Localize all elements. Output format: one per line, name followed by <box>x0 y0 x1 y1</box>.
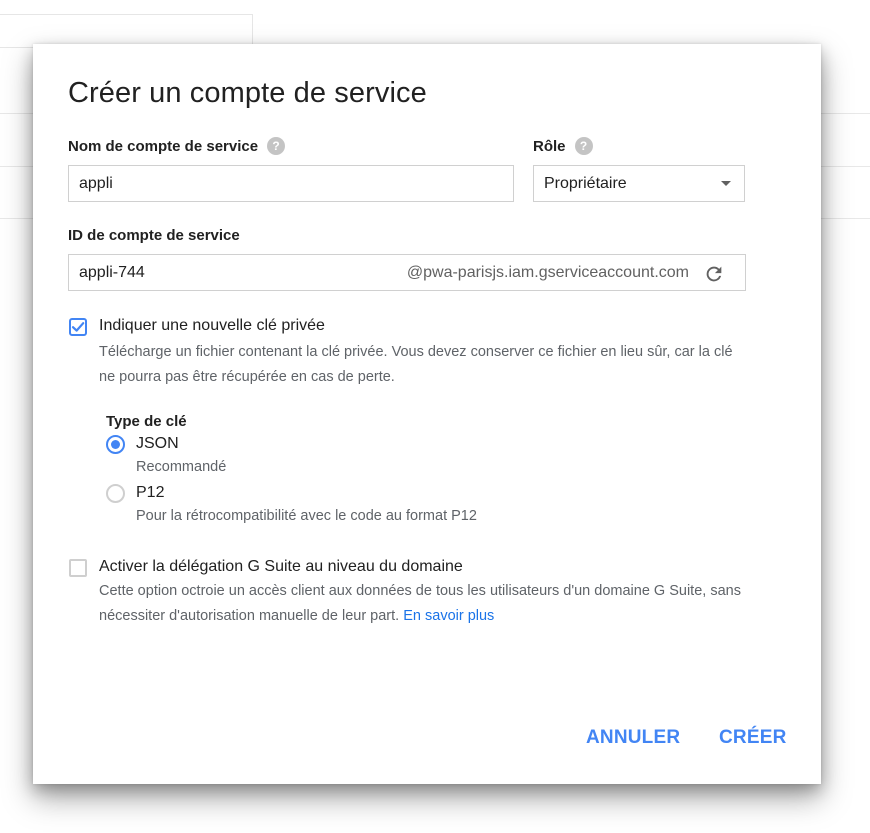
learn-more-link[interactable]: En savoir plus <box>403 608 494 624</box>
cancel-button[interactable]: ANNULER <box>586 727 680 749</box>
help-icon[interactable]: ? <box>574 137 593 155</box>
private-key-checkbox[interactable] <box>69 318 87 336</box>
refresh-icon[interactable] <box>703 263 725 285</box>
service-account-id-suffix: @pwa-parisjs.iam.gserviceaccount.com <box>406 264 689 281</box>
service-account-id-input[interactable]: appli-744 @pwa-parisjs.iam.gserviceaccou… <box>68 254 746 291</box>
delegation-label: Activer la délégation G Suite au niveau … <box>99 558 463 575</box>
service-account-name-value: appli <box>79 175 113 192</box>
dialog-title: Créer un compte de service <box>68 77 427 109</box>
service-account-name-label: Nom de compte de service ? <box>68 137 286 155</box>
background-field <box>0 14 253 48</box>
create-button[interactable]: CRÉER <box>719 727 787 749</box>
json-radio[interactable] <box>106 435 125 454</box>
role-select[interactable]: Propriétaire <box>533 165 745 202</box>
role-selected-value: Propriétaire <box>544 175 627 192</box>
p12-radio-label: P12 <box>136 484 165 501</box>
role-label-text: Rôle <box>533 137 566 155</box>
private-key-label: Indiquer une nouvelle clé privée <box>99 317 325 334</box>
service-account-id-label: ID de compte de service <box>68 227 240 244</box>
service-account-name-input[interactable]: appli <box>68 165 514 202</box>
help-icon[interactable]: ? <box>267 137 286 155</box>
service-account-name-label-text: Nom de compte de service <box>68 137 259 155</box>
json-radio-label: JSON <box>136 435 179 452</box>
create-service-account-dialog: Créer un compte de service Nom de compte… <box>33 44 821 784</box>
p12-radio-description: Pour la rétrocompatibilité avec le code … <box>136 508 477 524</box>
service-account-id-value: appli-744 <box>79 264 145 281</box>
json-radio-description: Recommandé <box>136 459 227 475</box>
p12-radio[interactable] <box>106 484 125 503</box>
dropdown-arrow-icon <box>721 181 731 186</box>
role-label: Rôle ? <box>533 137 593 155</box>
delegation-checkbox[interactable] <box>69 559 87 577</box>
service-account-id-label-text: ID de compte de service <box>68 227 240 244</box>
key-type-heading: Type de clé <box>106 413 187 430</box>
private-key-description: Télécharge un fichier contenant la clé p… <box>99 344 733 385</box>
delegation-description: Cette option octroie un accès client aux… <box>99 579 759 629</box>
